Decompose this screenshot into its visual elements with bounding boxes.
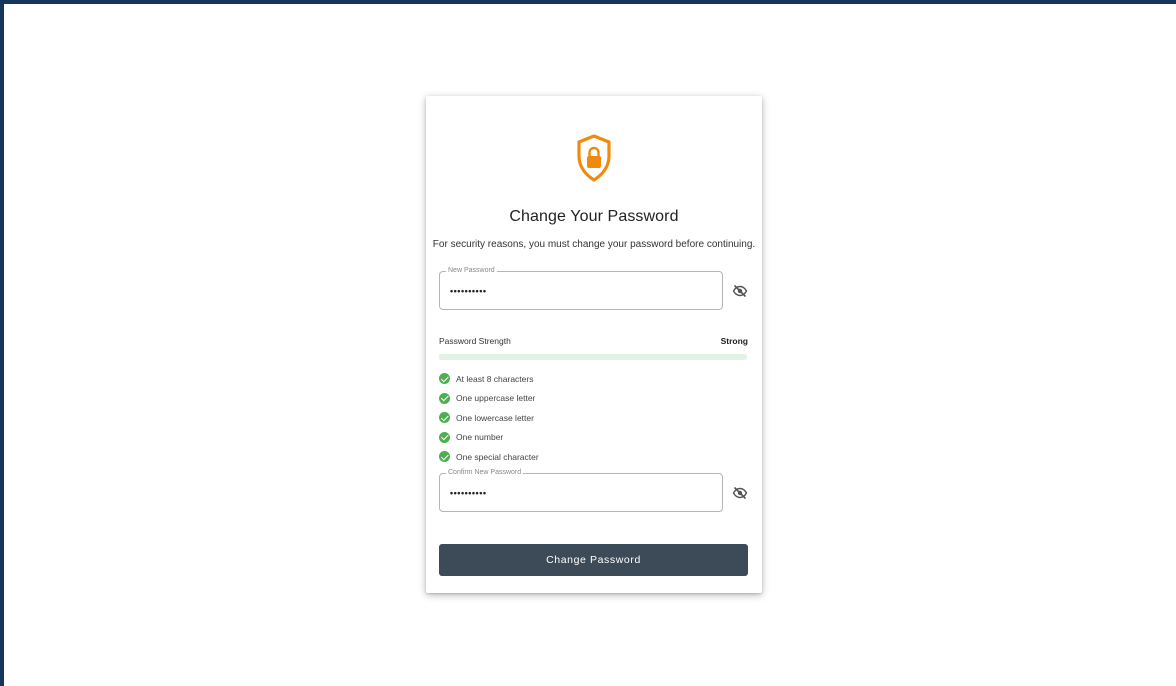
check-circle-icon	[439, 431, 450, 443]
confirm-password-value[interactable]: ••••••••••	[450, 488, 487, 498]
requirement-label: At least 8 characters	[456, 373, 534, 384]
check-circle-icon	[439, 373, 450, 385]
page-background: Change Your Password For security reason…	[4, 4, 1176, 686]
password-strength-value: Strong	[720, 336, 748, 346]
new-password-value[interactable]: ••••••••••	[450, 286, 487, 296]
page-title: Change Your Password	[509, 208, 679, 225]
requirement-item: One number	[439, 428, 539, 448]
check-circle-icon	[439, 451, 450, 463]
password-strength-bar	[439, 354, 747, 360]
shield-lock-icon	[577, 134, 611, 182]
check-circle-icon	[439, 392, 450, 404]
eye-off-icon[interactable]	[732, 283, 748, 299]
confirm-password-field[interactable]: Confirm New Password ••••••••••	[439, 468, 723, 512]
password-strength-fill	[439, 354, 747, 360]
requirement-label: One uppercase letter	[456, 393, 536, 404]
new-password-label: New Password	[446, 266, 497, 276]
requirement-item: One lowercase letter	[439, 408, 539, 428]
requirement-item: One special character	[439, 447, 539, 467]
requirement-item: At least 8 characters	[439, 369, 539, 389]
requirement-label: One special character	[456, 451, 539, 462]
requirement-label: One lowercase letter	[456, 412, 534, 423]
requirement-label: One number	[456, 432, 504, 443]
new-password-field[interactable]: New Password ••••••••••	[439, 266, 723, 310]
eye-off-icon[interactable]	[732, 485, 748, 501]
confirm-password-label: Confirm New Password	[446, 468, 524, 478]
requirement-item: One uppercase letter	[439, 389, 539, 409]
check-circle-icon	[439, 412, 450, 424]
change-password-card: Change Your Password For security reason…	[426, 96, 762, 593]
page-subtitle: For security reasons, you must change yo…	[432, 239, 756, 250]
password-strength-label: Password Strength	[439, 336, 511, 346]
requirements-list: At least 8 characters One uppercase lett…	[439, 369, 539, 467]
change-password-button[interactable]: Change Password	[439, 544, 748, 576]
